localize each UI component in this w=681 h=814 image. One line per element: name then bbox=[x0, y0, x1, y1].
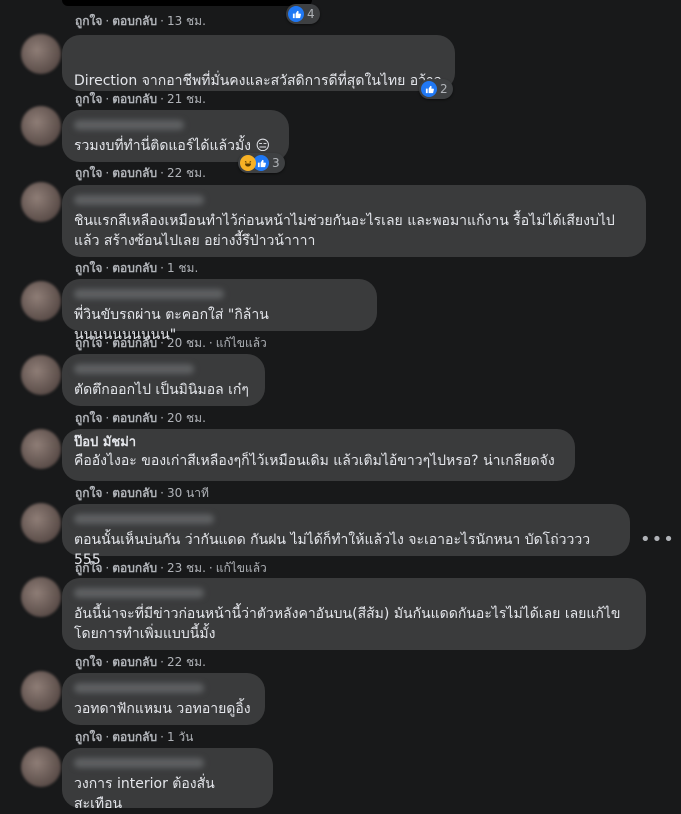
reply-link[interactable]: ตอบกลับ bbox=[112, 655, 157, 669]
avatar[interactable] bbox=[21, 106, 61, 146]
reply-link[interactable]: ตอบกลับ bbox=[112, 166, 157, 180]
like-link[interactable]: ถูกใจ bbox=[75, 166, 102, 180]
author-name-blurred[interactable] bbox=[74, 588, 204, 598]
comment-bubble: อันนี้น่าจะที่มีข่าวก่อนหน้านี้ว่าตัวหลั… bbox=[62, 578, 646, 650]
like-link[interactable]: ถูกใจ bbox=[75, 561, 102, 575]
comment-bubble: ชินแรกสีเหลืองเหมือนทำไว้ก่อนหน้าไม่ช่วย… bbox=[62, 185, 646, 257]
comment-actions: ถูกใจ · ตอบกลับ · 22 ชม. bbox=[75, 166, 206, 180]
avatar[interactable] bbox=[21, 182, 61, 222]
like-link[interactable]: ถูกใจ bbox=[75, 486, 102, 500]
comment-actions: ถูกใจ · ตอบกลับ · 30 นาที bbox=[75, 486, 209, 500]
author-name-blurred[interactable] bbox=[74, 514, 214, 524]
reply-link[interactable]: ตอบกลับ bbox=[112, 92, 157, 106]
comment-actions: ถูกใจ · ตอบกลับ · 20 ชม. bbox=[75, 411, 206, 425]
like-link[interactable]: ถูกใจ bbox=[75, 730, 102, 744]
author-name-blurred[interactable] bbox=[74, 120, 184, 130]
previous-comment-bubble-edge bbox=[62, 0, 312, 6]
reaction-count[interactable]: 4 bbox=[286, 4, 320, 24]
timestamp[interactable]: 20 ชม. bbox=[167, 336, 206, 350]
comment-text: ตัดตึกออกไป เป็นมินิมอล เก๋ๆ bbox=[74, 382, 249, 398]
timestamp[interactable]: 13 ชม. bbox=[167, 14, 206, 28]
comment-actions: ถูกใจ · ตอบกลับ · 22 ชม. bbox=[75, 655, 206, 669]
more-options-icon[interactable]: ••• bbox=[640, 529, 675, 550]
avatar[interactable] bbox=[21, 503, 61, 543]
author-name-blurred[interactable] bbox=[74, 195, 204, 205]
comment-actions: ถูกใจ · ตอบกลับ · 1 ชม. bbox=[75, 261, 199, 275]
comment-text: วงการ interior ต้องสั่นสะเทือน bbox=[74, 776, 215, 812]
author-name-blurred[interactable] bbox=[74, 364, 194, 374]
edited-label[interactable]: แก้ไขแล้ว bbox=[216, 561, 267, 575]
edited-label[interactable]: แก้ไขแล้ว bbox=[216, 336, 267, 350]
reply-link[interactable]: ตอบกลับ bbox=[112, 336, 157, 350]
comment-actions: ถูกใจ · ตอบกลับ · 13 ชม. bbox=[75, 14, 206, 28]
like-link[interactable]: ถูกใจ bbox=[75, 655, 102, 669]
comment-text: ชินแรกสีเหลืองเหมือนทำไว้ก่อนหน้าไม่ช่วย… bbox=[74, 213, 615, 249]
comment-actions: ถูกใจ · ตอบกลับ · 23 ชม. · แก้ไขแล้ว bbox=[75, 561, 267, 575]
reaction-count[interactable]: 3 bbox=[238, 153, 285, 173]
author-name-blurred[interactable] bbox=[74, 758, 204, 768]
avatar[interactable] bbox=[21, 747, 61, 787]
timestamp[interactable]: 1 ชม. bbox=[167, 261, 198, 275]
like-link[interactable]: ถูกใจ bbox=[75, 14, 102, 28]
reply-link[interactable]: ตอบกลับ bbox=[112, 261, 157, 275]
comment-actions: ถูกใจ · ตอบกลับ · 1 วัน bbox=[75, 730, 194, 744]
like-link[interactable]: ถูกใจ bbox=[75, 336, 102, 350]
comment-bubble: ตอนนั้นเห็นบ่นกัน ว่ากันแดด กันฝน ไม่ได้… bbox=[62, 504, 630, 568]
author-name-blurred[interactable] bbox=[74, 683, 204, 693]
timestamp[interactable]: 23 ชม. bbox=[167, 561, 206, 575]
timestamp[interactable]: 22 ชม. bbox=[167, 655, 206, 669]
avatar[interactable] bbox=[21, 34, 61, 74]
like-link[interactable]: ถูกใจ bbox=[75, 411, 102, 425]
avatar[interactable] bbox=[21, 281, 61, 321]
comment-bubble: ตัดตึกออกไป เป็นมินิมอล เก๋ๆ bbox=[62, 354, 265, 406]
timestamp[interactable]: 21 ชม. bbox=[167, 92, 206, 106]
reaction-count[interactable]: 2 bbox=[419, 79, 453, 99]
avatar[interactable] bbox=[21, 671, 61, 711]
like-reaction-icon bbox=[288, 6, 304, 22]
comment-text: Direction จากอาชีพที่มั่นคงและสวัสดิการด… bbox=[74, 73, 442, 89]
comment-actions: ถูกใจ · ตอบกลับ · 21 ชม. bbox=[75, 92, 206, 106]
comment-text: อันนี้น่าจะที่มีข่าวก่อนหน้านี้ว่าตัวหลั… bbox=[74, 606, 621, 642]
haha-reaction-icon bbox=[240, 155, 256, 171]
reply-link[interactable]: ตอบกลับ bbox=[112, 411, 157, 425]
timestamp[interactable]: 1 วัน bbox=[167, 730, 193, 744]
like-link[interactable]: ถูกใจ bbox=[75, 261, 102, 275]
reply-link[interactable]: ตอบกลับ bbox=[112, 14, 157, 28]
timestamp[interactable]: 30 นาที bbox=[167, 486, 209, 500]
comment-bubble: พี่วินขับรถผ่าน ตะคอกใส่ "กิล้านนนนนนนนน… bbox=[62, 279, 377, 343]
reply-link[interactable]: ตอบกลับ bbox=[112, 486, 157, 500]
like-link[interactable]: ถูกใจ bbox=[75, 92, 102, 106]
reply-link[interactable]: ตอบกลับ bbox=[112, 730, 157, 744]
author-name-blurred[interactable] bbox=[74, 289, 224, 299]
comment-bubble: Direction จากอาชีพที่มั่นคงและสวัสดิการด… bbox=[62, 35, 455, 91]
author-name[interactable]: ป๊อป มัชม่า bbox=[74, 435, 563, 451]
like-reaction-icon bbox=[421, 81, 437, 97]
timestamp[interactable]: 22 ชม. bbox=[167, 166, 206, 180]
comment-text: คืออังไงอะ ของเก่าสีเหลืองๆก็ไว้เหมือนเด… bbox=[74, 453, 555, 469]
comment-actions: ถูกใจ · ตอบกลับ · 20 ชม. · แก้ไขแล้ว bbox=[75, 336, 267, 350]
comment-bubble: ป๊อป มัชม่า คืออังไงอะ ของเก่าสีเหลืองๆก… bbox=[62, 429, 575, 481]
avatar[interactable] bbox=[21, 429, 61, 469]
avatar[interactable] bbox=[21, 577, 61, 617]
comment-text: วอทดาฟักแหมน วอทอายดูอิ้ง bbox=[74, 701, 251, 717]
comment-bubble: วงการ interior ต้องสั่นสะเทือน bbox=[62, 748, 273, 812]
avatar[interactable] bbox=[21, 355, 61, 395]
reply-link[interactable]: ตอบกลับ bbox=[112, 561, 157, 575]
comment-bubble: วอทดาฟักแหมน วอทอายดูอิ้ง bbox=[62, 673, 265, 725]
timestamp[interactable]: 20 ชม. bbox=[167, 411, 206, 425]
